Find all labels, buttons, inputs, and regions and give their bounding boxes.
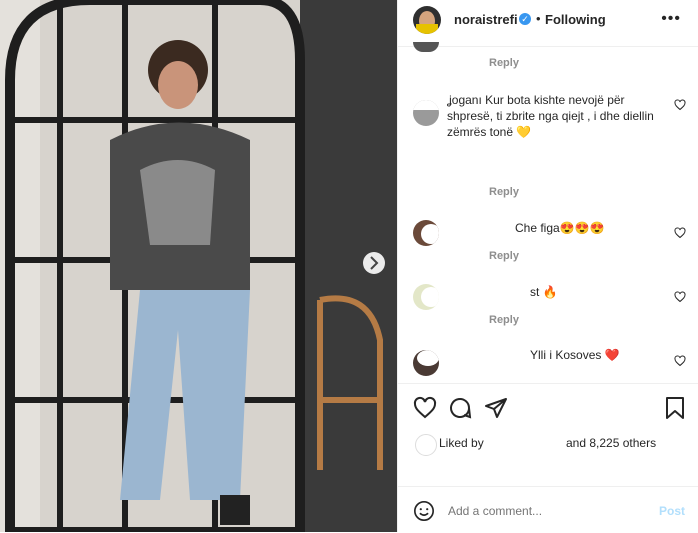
- verified-badge-icon: ✓: [519, 13, 531, 25]
- commenter-avatar[interactable]: [413, 42, 439, 52]
- share-send-icon[interactable]: [484, 396, 508, 420]
- comment-composer: Post: [398, 486, 698, 533]
- like-comment-heart-icon[interactable]: [674, 99, 686, 111]
- following-button[interactable]: Following: [545, 12, 606, 27]
- like-comment-heart-icon[interactable]: [674, 227, 686, 239]
- reply-button[interactable]: Reply: [489, 250, 519, 262]
- post-side-panel: noraistrefi ✓ • Following ••• Reply ʝoga…: [397, 0, 698, 532]
- liker-avatar[interactable]: [415, 434, 437, 456]
- author-username[interactable]: noraistrefi: [454, 12, 518, 27]
- emoji-smiley-icon[interactable]: [413, 500, 435, 522]
- reply-button[interactable]: Reply: [489, 314, 519, 326]
- post-photo: [0, 0, 397, 532]
- comment-input[interactable]: [446, 501, 650, 521]
- comment-text: st 🔥: [530, 285, 558, 299]
- like-comment-heart-icon[interactable]: [674, 291, 686, 303]
- header-dot-separator: •: [536, 11, 541, 26]
- post-image: [0, 0, 397, 532]
- liked-by-label: Liked by: [439, 436, 484, 450]
- save-bookmark-icon[interactable]: [664, 396, 686, 420]
- likes-count-link[interactable]: and 8,225 others: [566, 436, 656, 450]
- post-comment-button[interactable]: Post: [659, 504, 685, 518]
- commenter-avatar[interactable]: [413, 100, 439, 126]
- commenter-avatar[interactable]: [413, 350, 439, 376]
- comment-text: Ylli i Kosoves ❤️: [530, 348, 620, 362]
- comment-text: ʝoganı Kur bota kishte nevojë për shpres…: [447, 93, 654, 139]
- commenter-avatar[interactable]: [413, 220, 439, 246]
- reply-button[interactable]: Reply: [489, 57, 519, 69]
- like-comment-heart-icon[interactable]: [674, 355, 686, 367]
- comment-text: Che figa😍😍😍: [515, 221, 605, 235]
- author-avatar[interactable]: [413, 6, 441, 34]
- post-header: noraistrefi ✓ • Following •••: [398, 0, 698, 47]
- like-heart-icon[interactable]: [413, 396, 437, 420]
- reply-button[interactable]: Reply: [489, 186, 519, 198]
- commenter-avatar[interactable]: [413, 284, 439, 310]
- comment-bubble-icon[interactable]: [448, 396, 472, 420]
- post-action-bar: Liked by and 8,225 others: [398, 383, 698, 484]
- more-options-icon[interactable]: •••: [661, 10, 681, 28]
